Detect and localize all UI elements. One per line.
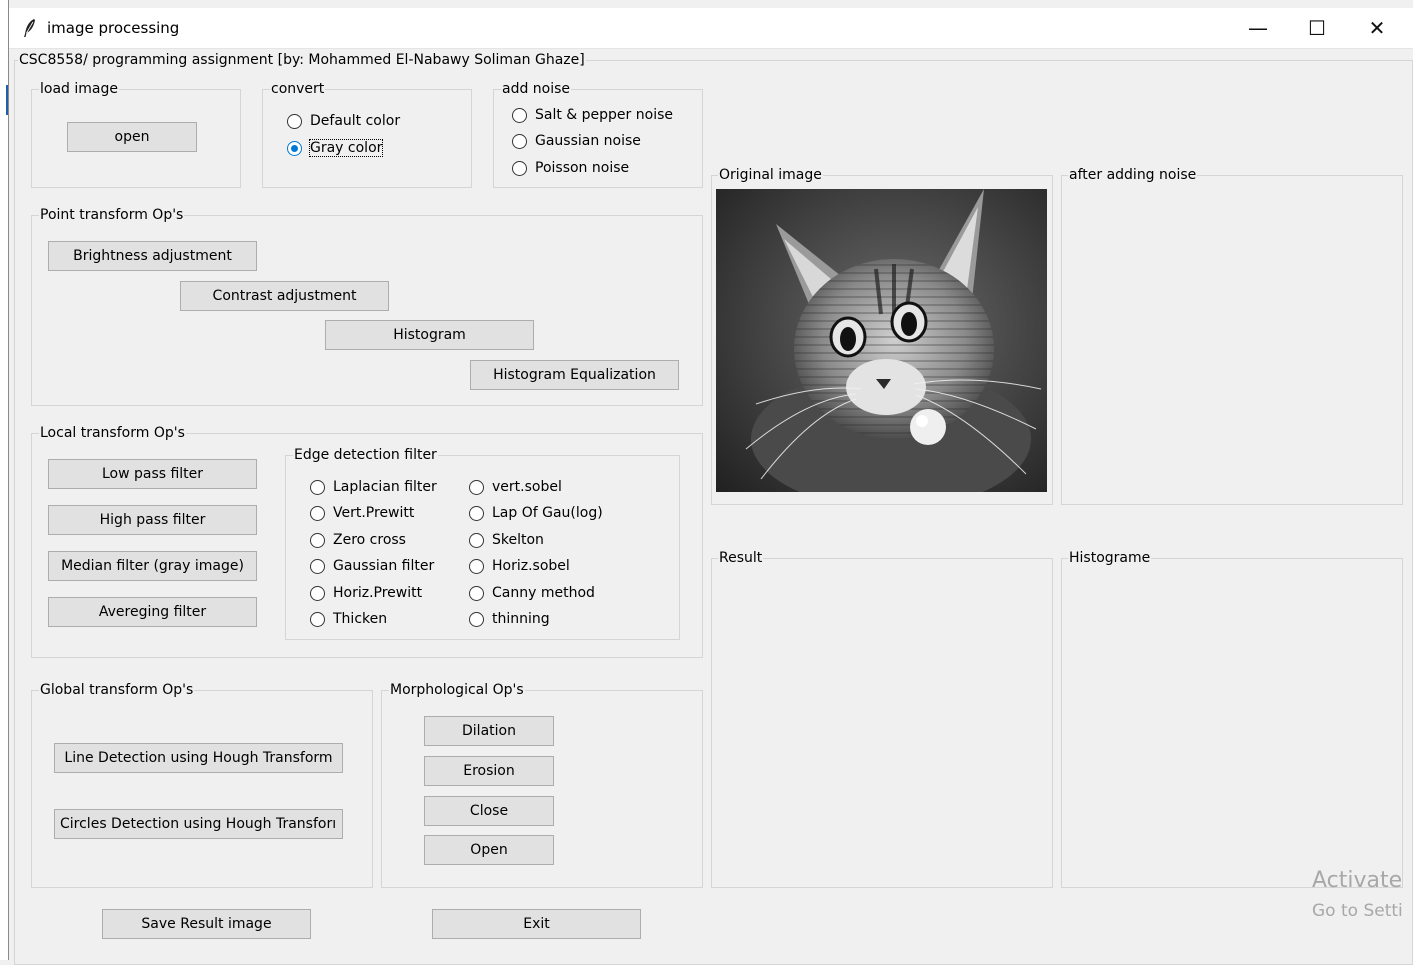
radio-label: Gaussian filter	[333, 558, 435, 574]
radio-label: Vert.Prewitt	[333, 505, 415, 521]
morphological-legend: Morphological Op's	[389, 681, 525, 699]
histogram-frame: Histograme	[1061, 549, 1403, 888]
radio-label: Gaussian noise	[535, 133, 641, 149]
result-legend: Result	[718, 549, 764, 567]
radio-label: Zero cross	[333, 532, 406, 548]
radio-gaussian-filter[interactable]: Gaussian filter	[310, 556, 434, 576]
histogram-equalization-button[interactable]: Histogram Equalization	[470, 360, 679, 390]
radio-canny-method[interactable]: Canny method	[469, 583, 595, 603]
radio-vert-sobel[interactable]: vert.sobel	[469, 477, 562, 497]
window-title: image processing	[47, 19, 180, 37]
result-frame: Result	[711, 549, 1053, 888]
after-noise-frame: after adding noise	[1061, 166, 1403, 505]
activate-watermark: Activate	[1312, 868, 1403, 893]
open-morph-button[interactable]: Open	[424, 835, 554, 865]
radio-circle-icon	[287, 113, 302, 129]
local-transform-legend: Local transform Op's	[39, 424, 186, 442]
global-transform-frame: Global transform Op's	[31, 681, 373, 888]
brightness-adjustment-button[interactable]: Brightness adjustment	[48, 241, 257, 271]
original-image-legend: Original image	[718, 166, 823, 184]
radio-circle-icon	[512, 133, 527, 149]
radio-laplacian-filter[interactable]: Laplacian filter	[310, 477, 437, 497]
radio-label: Poisson noise	[535, 160, 630, 176]
radio-vert-prewitt[interactable]: Vert.Prewitt	[310, 503, 414, 523]
radio-circle-icon	[310, 585, 325, 601]
cat-photo	[716, 189, 1047, 492]
radio-selected-icon	[287, 140, 302, 156]
radio-circle-icon	[469, 611, 484, 627]
radio-circle-icon	[469, 558, 484, 574]
close-button[interactable]: Close	[424, 796, 554, 826]
radio-label: Lap Of Gau(log)	[492, 505, 603, 521]
contrast-adjustment-button[interactable]: Contrast adjustment	[180, 281, 389, 311]
edge-detection-legend: Edge detection filter	[293, 446, 438, 464]
radio-circle-icon	[310, 479, 325, 495]
line-detection-hough-button[interactable]: Line Detection using Hough Transform	[54, 743, 343, 773]
settings-watermark: Go to Setti	[1312, 901, 1403, 921]
radio-circle-icon	[310, 532, 325, 548]
radio-label: Thicken	[333, 611, 388, 627]
radio-circle-icon	[512, 160, 527, 176]
radio-default-color[interactable]: Default color	[287, 111, 400, 131]
low-pass-filter-button[interactable]: Low pass filter	[48, 459, 257, 489]
window-titlebar: image processing — ☐ ✕	[8, 8, 1413, 49]
circles-detection-hough-button[interactable]: Circles Detection using Hough Transforı	[54, 809, 343, 839]
open-button[interactable]: open	[67, 122, 197, 152]
radio-circle-icon	[469, 505, 484, 521]
radio-thicken[interactable]: Thicken	[310, 609, 387, 629]
minimize-button[interactable]: —	[1229, 8, 1287, 48]
radio-circle-icon	[469, 585, 484, 601]
radio-label: Horiz.Prewitt	[333, 585, 423, 601]
global-transform-legend: Global transform Op's	[39, 681, 195, 699]
radio-label: Canny method	[492, 585, 595, 601]
radio-label: Skelton	[492, 532, 544, 548]
radio-lap-of-gau[interactable]: Lap Of Gau(log)	[469, 503, 603, 523]
point-transform-legend: Point transform Op's	[39, 206, 185, 224]
radio-salt-pepper[interactable]: Salt & pepper noise	[512, 105, 673, 125]
radio-circle-icon	[310, 611, 325, 627]
radio-label: Gray color	[308, 139, 384, 157]
radio-horiz-prewitt[interactable]: Horiz.Prewitt	[310, 583, 422, 603]
radio-circle-icon	[310, 558, 325, 574]
radio-thinning[interactable]: thinning	[469, 609, 550, 629]
feather-icon	[22, 18, 38, 38]
original-image	[716, 189, 1047, 492]
radio-label: thinning	[492, 611, 550, 627]
radio-label: Laplacian filter	[333, 479, 437, 495]
add-noise-legend: add noise	[501, 80, 572, 98]
save-result-image-button[interactable]: Save Result image	[102, 909, 311, 939]
radio-zero-cross[interactable]: Zero cross	[310, 530, 406, 550]
radio-circle-icon	[469, 479, 484, 495]
high-pass-filter-button[interactable]: High pass filter	[48, 505, 257, 535]
after-noise-legend: after adding noise	[1068, 166, 1198, 184]
radio-gaussian-noise[interactable]: Gaussian noise	[512, 131, 641, 151]
radio-horiz-sobel[interactable]: Horiz.sobel	[469, 556, 570, 576]
load-image-legend: load image	[39, 80, 119, 98]
radio-label: Salt & pepper noise	[535, 107, 673, 123]
radio-label: Horiz.sobel	[492, 558, 570, 574]
median-filter-button[interactable]: Median filter (gray image)	[48, 551, 257, 581]
radio-circle-icon	[310, 505, 325, 521]
averaging-filter-button[interactable]: Avereging filter	[48, 597, 257, 627]
radio-label: Default color	[310, 113, 401, 129]
dilation-button[interactable]: Dilation	[424, 716, 554, 746]
histogram-button[interactable]: Histogram	[325, 320, 534, 350]
histogram-legend: Histograme	[1068, 549, 1152, 567]
window-border	[0, 0, 9, 960]
radio-poisson-noise[interactable]: Poisson noise	[512, 158, 629, 178]
window-border-accent	[6, 85, 8, 115]
convert-legend: convert	[270, 80, 326, 98]
radio-label: vert.sobel	[492, 479, 562, 495]
radio-circle-icon	[469, 532, 484, 548]
radio-gray-color[interactable]: Gray color	[287, 138, 384, 158]
erosion-button[interactable]: Erosion	[424, 756, 554, 786]
radio-skelton[interactable]: Skelton	[469, 530, 544, 550]
assignment-header: CSC8558/ programming assignment [by: Moh…	[18, 51, 586, 69]
radio-circle-icon	[512, 107, 527, 123]
maximize-button[interactable]: ☐	[1288, 8, 1346, 48]
exit-button[interactable]: Exit	[432, 909, 641, 939]
close-window-button[interactable]: ✕	[1348, 8, 1406, 48]
